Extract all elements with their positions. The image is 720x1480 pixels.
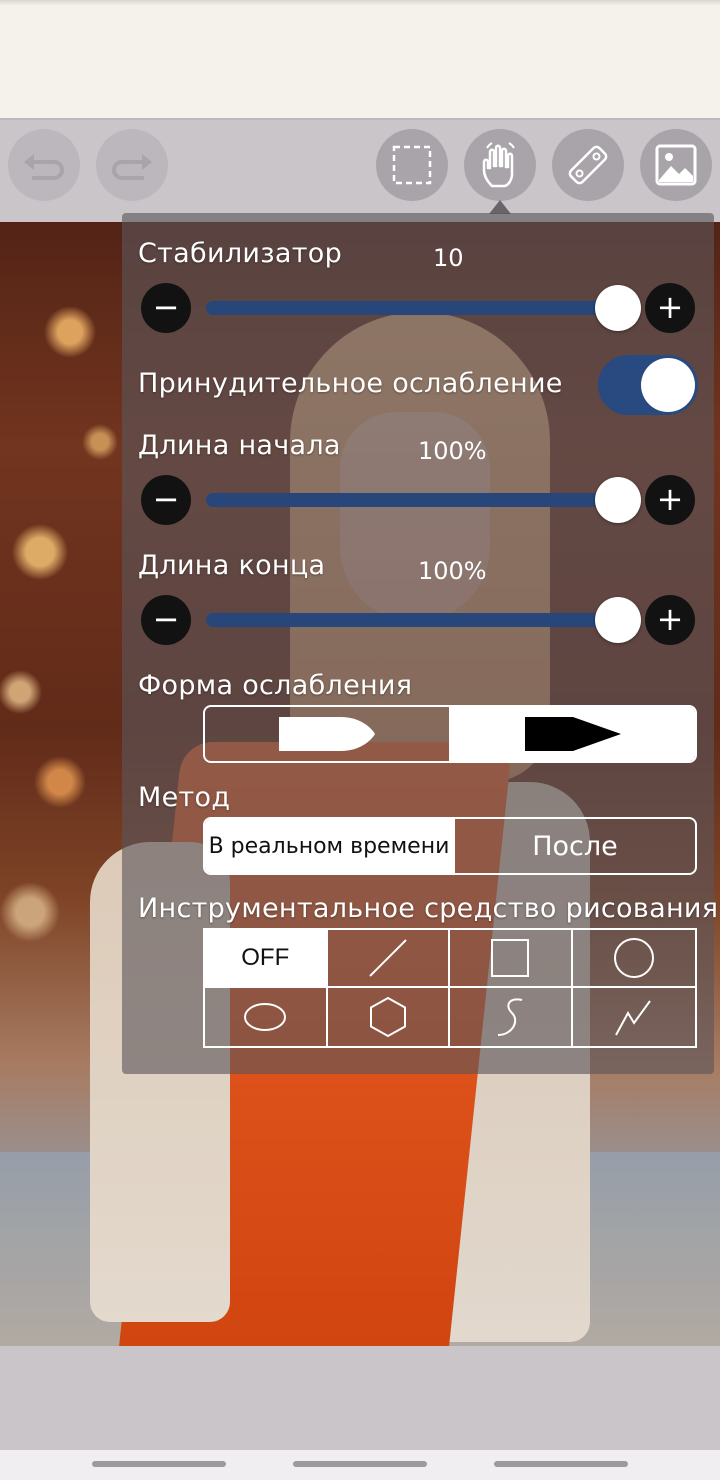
selection-icon bbox=[392, 145, 432, 185]
line-icon bbox=[369, 939, 407, 977]
method-label: Метод bbox=[138, 782, 231, 813]
image-icon bbox=[655, 144, 697, 186]
drawing-tool-label: Инструментальное средство рисования bbox=[138, 893, 719, 924]
redo-icon bbox=[112, 154, 152, 180]
drawing-tool-grid: OFF bbox=[203, 928, 697, 1048]
forced-taper-toggle[interactable] bbox=[598, 355, 698, 415]
toggle-knob bbox=[641, 358, 695, 412]
end-length-decrease-button[interactable]: − bbox=[141, 595, 191, 645]
ellipse-icon bbox=[244, 1003, 287, 1031]
start-length-value: 100% bbox=[418, 437, 487, 465]
hand-tool-button[interactable] bbox=[464, 129, 536, 201]
redo-button[interactable] bbox=[96, 129, 168, 201]
method-realtime-label: В реальном времени bbox=[208, 833, 450, 859]
ruler-icon bbox=[568, 145, 608, 185]
method-after-label: После bbox=[532, 830, 618, 862]
nav-recent-button[interactable] bbox=[92, 1461, 226, 1467]
pointed-tip-icon bbox=[525, 717, 621, 751]
forced-taper-label: Принудительное ослабление bbox=[138, 368, 563, 399]
minus-icon: − bbox=[152, 287, 180, 326]
start-length-label: Длина начала bbox=[138, 430, 341, 461]
drawing-tool-circle[interactable] bbox=[572, 930, 695, 988]
taper-shape-pointed-option[interactable] bbox=[449, 707, 695, 761]
start-length-decrease-button[interactable]: − bbox=[141, 475, 191, 525]
image-button[interactable] bbox=[640, 129, 712, 201]
plus-icon: + bbox=[656, 479, 684, 518]
stabilizer-label: Стабилизатор bbox=[138, 238, 343, 269]
drawing-tool-polyline[interactable] bbox=[573, 988, 696, 1046]
stabilizer-decrease-button[interactable]: − bbox=[141, 283, 191, 333]
toolbar bbox=[0, 120, 720, 222]
popup-pointer bbox=[489, 200, 511, 214]
hexagon-icon bbox=[369, 996, 406, 1038]
polyline-icon bbox=[614, 1000, 651, 1036]
drawing-tool-off[interactable]: OFF bbox=[205, 930, 328, 988]
ruler-button[interactable] bbox=[552, 129, 624, 201]
drawing-tool-rectangle[interactable] bbox=[450, 930, 573, 988]
curve-icon bbox=[498, 998, 523, 1036]
drawing-tool-curve[interactable] bbox=[450, 988, 573, 1046]
selection-button[interactable] bbox=[376, 129, 448, 201]
method-realtime-option[interactable]: В реальном времени bbox=[205, 819, 453, 873]
canvas-top-area bbox=[0, 0, 720, 120]
end-length-slider-handle[interactable] bbox=[595, 597, 641, 643]
rounded-tip-icon bbox=[279, 717, 375, 751]
taper-shape-label: Форма ослабления bbox=[138, 670, 413, 701]
hand-icon bbox=[482, 142, 515, 188]
minus-icon: − bbox=[152, 479, 180, 518]
method-after-option[interactable]: После bbox=[453, 819, 695, 873]
stabilizer-increase-button[interactable]: + bbox=[645, 283, 695, 333]
undo-icon bbox=[24, 154, 64, 180]
circle-icon bbox=[613, 938, 654, 978]
taper-shape-rounded-option[interactable] bbox=[205, 707, 449, 761]
stabilizer-value: 10 bbox=[433, 244, 464, 272]
end-length-value: 100% bbox=[418, 557, 487, 585]
rectangle-icon bbox=[491, 939, 530, 977]
stabilizer-slider-handle[interactable] bbox=[595, 285, 641, 331]
start-length-slider-track[interactable] bbox=[206, 493, 620, 507]
end-length-label: Длина конца bbox=[138, 550, 326, 581]
start-length-slider-handle[interactable] bbox=[595, 477, 641, 523]
bottom-bar bbox=[0, 1346, 720, 1450]
drawing-tool-polygon[interactable] bbox=[328, 988, 450, 1046]
nav-back-button[interactable] bbox=[494, 1461, 628, 1467]
end-length-slider-track[interactable] bbox=[206, 613, 620, 627]
minus-icon: − bbox=[152, 599, 180, 638]
taper-shape-selector bbox=[203, 705, 697, 763]
undo-button[interactable] bbox=[8, 129, 80, 201]
end-length-increase-button[interactable]: + bbox=[645, 595, 695, 645]
plus-icon: + bbox=[656, 287, 684, 326]
plus-icon: + bbox=[656, 599, 684, 638]
drawing-tool-line[interactable] bbox=[327, 930, 450, 988]
nav-home-button[interactable] bbox=[293, 1461, 427, 1467]
start-length-increase-button[interactable]: + bbox=[645, 475, 695, 525]
stabilizer-slider-track[interactable] bbox=[206, 301, 620, 315]
drawing-tool-ellipse[interactable] bbox=[205, 988, 328, 1046]
drawing-tool-off-label: OFF bbox=[241, 944, 290, 971]
method-selector: В реальном времени После bbox=[203, 817, 697, 875]
